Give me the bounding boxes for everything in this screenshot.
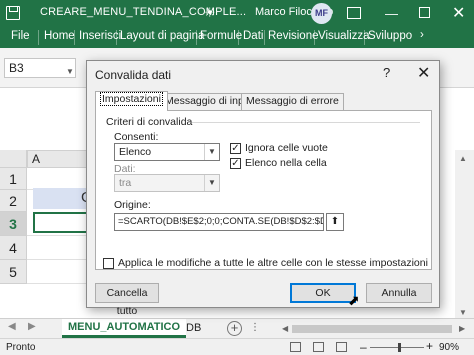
sheet-tab-bar: ◀ ▶ MENU_AUTOMATICO DB + ⋮ ◀ ▶	[0, 318, 474, 338]
consenti-dropdown[interactable]: Elenco ▼	[114, 143, 220, 161]
consenti-label: Consenti:	[114, 131, 159, 143]
ribbon-tabs: File Home Inserisci Layout di pagina For…	[0, 27, 474, 48]
row-header-3[interactable]: 3	[0, 212, 27, 236]
tab-sviluppo[interactable]: Sviluppo	[368, 30, 412, 42]
cell-b3-selected[interactable]	[33, 212, 93, 233]
tab-separator	[74, 30, 75, 45]
row-header-2[interactable]: 2	[0, 190, 27, 212]
title-bar: CREARE_MENU_TENDINA_COMPLE... ☀ Marco Fi…	[0, 0, 474, 27]
page-break-view-icon[interactable]	[336, 342, 347, 352]
tab-layout[interactable]: Layout di pagina	[120, 30, 204, 42]
sheet-tab-db[interactable]: DB	[180, 319, 207, 338]
help-icon[interactable]: ?	[383, 65, 390, 80]
sheet-next-icon[interactable]: ▶	[28, 321, 36, 332]
tab-separator	[196, 30, 197, 45]
close-window-icon[interactable]: ✕	[452, 3, 465, 23]
close-icon[interactable]: ✕	[417, 63, 430, 83]
origine-label: Origine:	[114, 199, 151, 211]
chevron-down-icon[interactable]: ▼	[204, 144, 219, 160]
tab-visualizza[interactable]: Visualizza	[318, 30, 370, 42]
group-label: Criteri di convalida	[106, 116, 193, 128]
row-header-1[interactable]: 1	[0, 168, 27, 190]
page-layout-view-icon[interactable]	[313, 342, 324, 352]
tab-separator	[38, 30, 39, 45]
status-bar: Pronto – + 90%	[0, 338, 474, 355]
cancel-button[interactable]: Annulla	[366, 283, 432, 303]
data-validation-dialog: Convalida dati ? ✕ Impostazioni Messaggi…	[86, 60, 440, 317]
row-header-4[interactable]: 4	[0, 236, 27, 260]
tab-dati[interactable]: Dati	[243, 30, 263, 42]
tab-home[interactable]: Home	[44, 30, 75, 42]
add-sheet-icon[interactable]: +	[227, 321, 242, 336]
range-selector-icon[interactable]: ⬆	[326, 213, 344, 231]
ignore-blank-label: Ignora celle vuote	[245, 142, 328, 154]
cell-b2[interactable]: G	[33, 188, 93, 209]
tab-file[interactable]: File	[11, 30, 30, 42]
select-all-corner[interactable]	[0, 150, 27, 168]
tab-separator	[314, 30, 315, 45]
apply-all-checkbox[interactable]	[103, 258, 114, 269]
zoom-in-icon[interactable]: +	[426, 339, 433, 353]
dati-value: tra	[119, 177, 132, 189]
settings-panel: Criteri di convalida Consenti: Elenco ▼ …	[95, 110, 432, 270]
status-ready: Pronto	[6, 342, 36, 353]
vertical-scrollbar[interactable]	[455, 150, 474, 320]
group-divider	[192, 122, 420, 123]
maximize-icon[interactable]	[419, 7, 430, 18]
zoom-slider-handle[interactable]	[398, 343, 401, 352]
in-cell-dropdown-label: Elenco nella cella	[245, 157, 327, 169]
tab-inserisci[interactable]: Inserisci	[79, 30, 121, 42]
horizontal-scrollbar[interactable]	[292, 325, 452, 333]
avatar[interactable]: MF	[311, 3, 332, 24]
scroll-left-icon[interactable]: ◀	[282, 324, 288, 333]
chevron-down-icon[interactable]: ▼	[204, 175, 219, 191]
save-icon[interactable]	[6, 6, 20, 20]
zoom-out-icon[interactable]: –	[360, 340, 367, 354]
scroll-up-icon[interactable]: ▲	[459, 154, 467, 163]
in-cell-dropdown-checkbox[interactable]: ✓	[230, 158, 241, 169]
zoom-slider[interactable]	[370, 347, 424, 348]
ignore-blank-checkbox[interactable]: ✓	[230, 143, 241, 154]
tab-impostazioni[interactable]: Impostazioni	[95, 91, 168, 111]
apply-all-label: Applica le modifiche a tutte le altre ce…	[118, 257, 428, 269]
normal-view-icon[interactable]	[290, 342, 301, 352]
dialog-title: Convalida dati	[95, 68, 172, 82]
origine-input[interactable]: =SCARTO(DB!$E$2;0;0;CONTA.SE(DB!$D$2:$D$…	[114, 213, 324, 231]
zoom-level[interactable]: 90%	[439, 342, 459, 353]
mouse-pointer-icon: ⬈	[348, 292, 360, 308]
chevron-right-icon[interactable]: ›	[420, 29, 424, 41]
sheet-prev-icon[interactable]: ◀	[8, 321, 16, 332]
more-options-icon[interactable]: ⋮	[250, 322, 260, 333]
tab-separator	[264, 30, 265, 45]
clear-all-button[interactable]: Cancella tutto	[95, 283, 159, 317]
tab-messaggio-errore[interactable]: Messaggio di errore	[241, 93, 344, 110]
column-header-a[interactable]: A	[27, 150, 87, 168]
tab-separator	[116, 30, 117, 45]
sheet-tab-menu-automatico[interactable]: MENU_AUTOMATICO	[62, 319, 187, 338]
ok-button[interactable]: OK	[290, 283, 356, 303]
dati-dropdown[interactable]: tra ▼	[114, 174, 220, 192]
tab-revisione[interactable]: Revisione	[268, 30, 319, 42]
tab-separator	[238, 30, 239, 45]
chevron-down-icon[interactable]: ▼	[66, 67, 74, 76]
tab-separator	[364, 30, 365, 45]
consenti-value: Elenco	[119, 146, 152, 158]
minimize-icon[interactable]: —	[385, 6, 398, 21]
row-header-5[interactable]: 5	[0, 260, 27, 284]
lightbulb-icon[interactable]: ☀	[204, 5, 216, 21]
scroll-right-icon[interactable]: ▶	[459, 324, 465, 333]
tab-impostazioni-label: Impostazioni	[100, 92, 163, 106]
scroll-down-icon[interactable]: ▼	[459, 308, 467, 317]
tab-formule[interactable]: Formule	[200, 30, 242, 42]
ribbon-display-options-icon[interactable]	[347, 7, 361, 19]
